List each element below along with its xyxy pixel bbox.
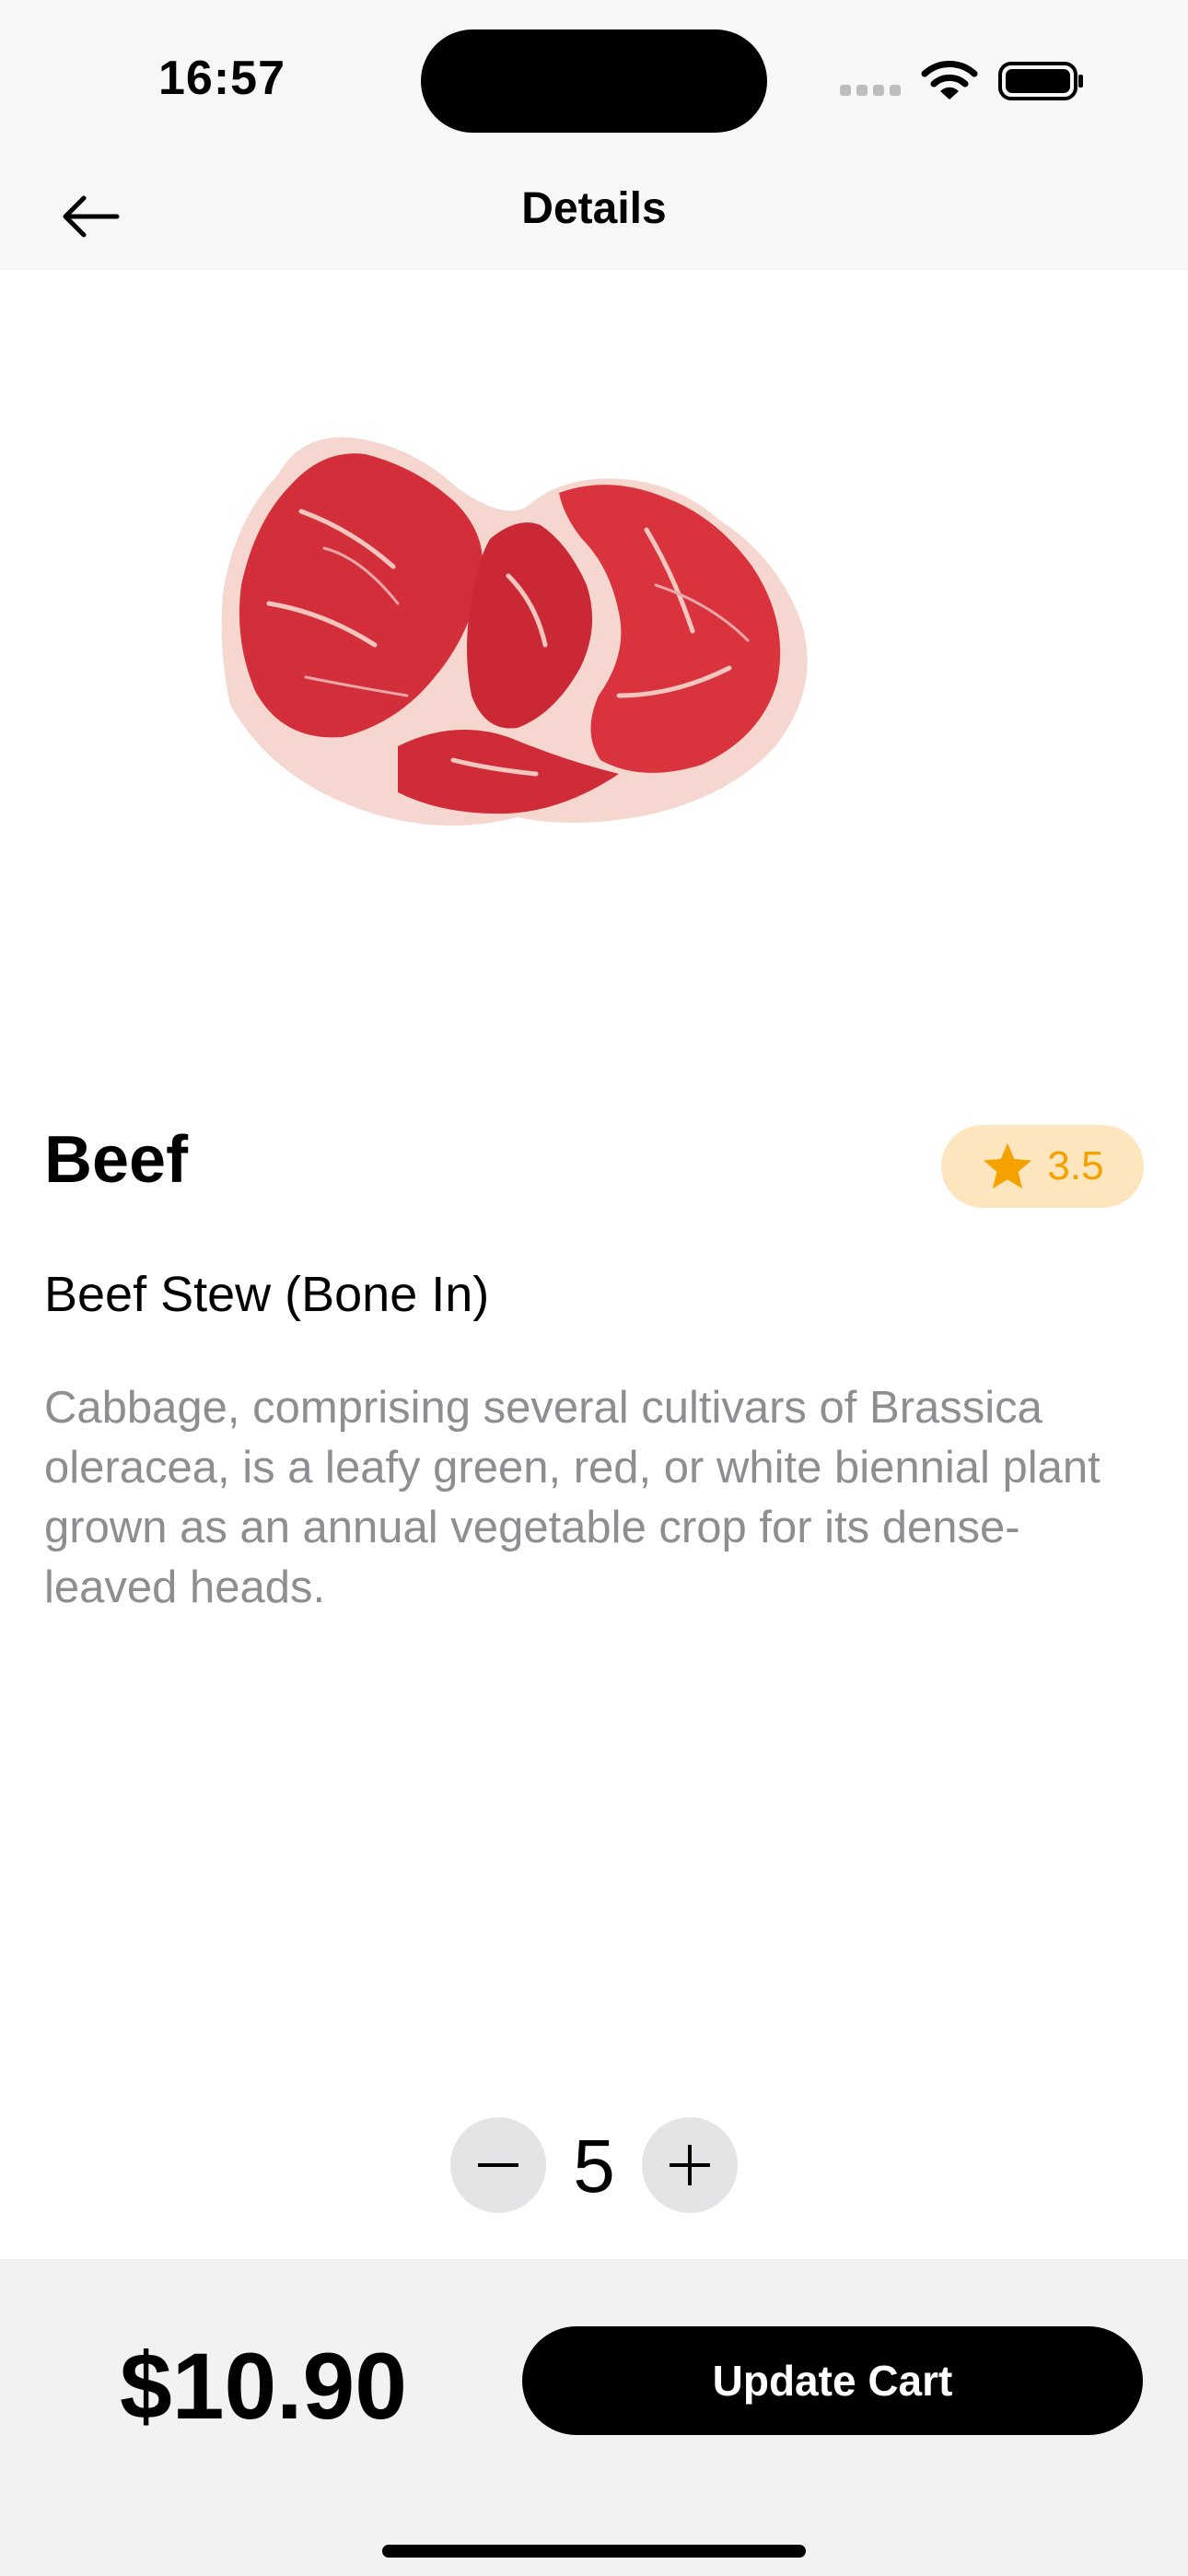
decrement-button[interactable]: [450, 2117, 546, 2213]
checkout-bar: $10.90 Update Cart: [0, 2259, 1188, 2576]
product-description: Cabbage, comprising several cultivars of…: [44, 1383, 1101, 1612]
wifi-icon: [921, 61, 978, 100]
page-title: Details: [521, 184, 667, 233]
price-total: $10.90: [120, 2334, 407, 2439]
quantity-value: 5: [573, 2125, 615, 2208]
battery-icon: [998, 62, 1083, 100]
increment-button[interactable]: [642, 2117, 738, 2213]
star-icon: [984, 1142, 1032, 1189]
beef-steak-image: [221, 437, 808, 826]
rating-badge: 3.5: [941, 1125, 1144, 1208]
product-name: Beef: [44, 1123, 189, 1197]
status-bar: 16:57: [0, 0, 1188, 161]
home-indicator: [382, 2545, 806, 2558]
navigation-bar: Details: [0, 161, 1188, 270]
minus-icon: [478, 2163, 518, 2167]
cellular-signal-icon: [840, 85, 904, 98]
dynamic-island: [421, 29, 767, 133]
product-subtitle: Beef Stew (Bone In): [44, 1267, 490, 1322]
status-time: 16:57: [158, 52, 285, 105]
rating-value: 3.5: [1047, 1143, 1104, 1188]
update-cart-button[interactable]: Update Cart: [522, 2326, 1143, 2435]
plus-icon: [670, 2145, 710, 2185]
